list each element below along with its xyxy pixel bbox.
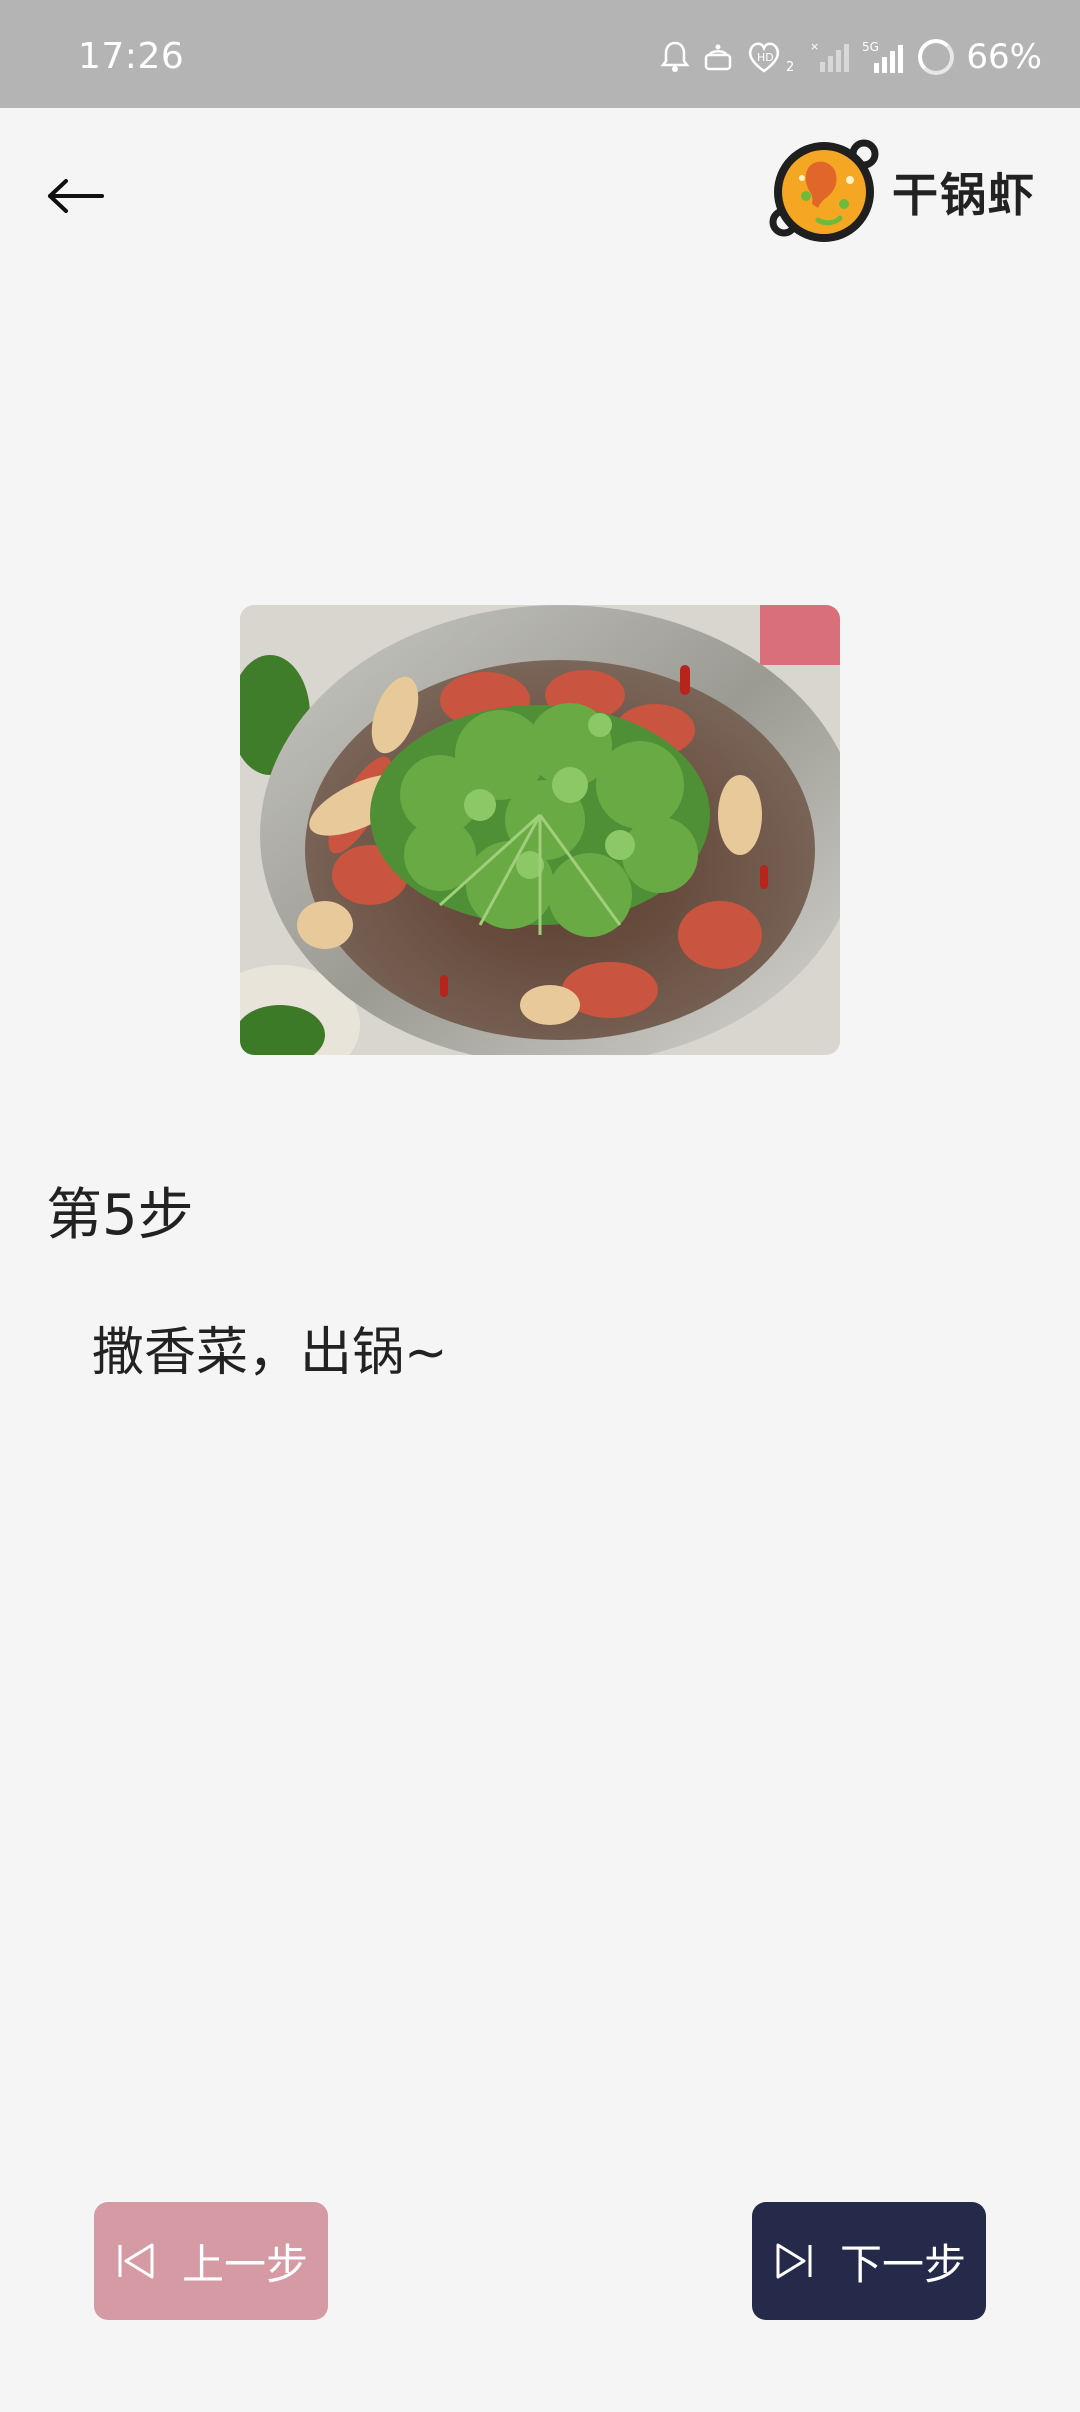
status-icons: HD 2 × 5G 66%	[660, 34, 1042, 80]
hd-heart-icon: HD 2	[746, 39, 798, 75]
battery-percent: 66%	[966, 37, 1042, 77]
prev-step-label: 上一步	[181, 2239, 308, 2289]
5g-signal-icon: 5G	[862, 39, 906, 75]
back-button[interactable]	[36, 158, 116, 238]
step-photo	[240, 605, 840, 1055]
cake-icon	[702, 41, 734, 73]
arrow-left-icon	[46, 176, 106, 220]
prev-step-button[interactable]: 上一步	[94, 2202, 328, 2320]
next-step-label: 下一步	[839, 2239, 966, 2289]
next-step-button[interactable]: 下一步	[752, 2202, 986, 2320]
svg-text:×: ×	[810, 40, 819, 53]
recipe-title: 干锅虾	[892, 168, 1036, 222]
status-time: 17:26	[78, 36, 185, 77]
brand: 干锅虾	[766, 136, 1036, 248]
skip-next-icon	[772, 2239, 816, 2283]
step-title: 第5步	[46, 1183, 194, 1248]
svg-text:HD: HD	[757, 51, 774, 64]
battery-ring-icon	[918, 39, 955, 75]
status-bar: 17:26 HD 2 × 5G 66%	[0, 0, 1080, 108]
notification-bell-icon	[660, 40, 690, 74]
top-navigation: 干锅虾	[0, 108, 1080, 278]
signal-icon: ×	[810, 40, 850, 74]
skip-previous-icon	[114, 2239, 158, 2283]
svg-text:2: 2	[786, 60, 794, 75]
paella-pan-logo	[766, 134, 882, 250]
svg-text:5G: 5G	[862, 40, 879, 54]
step-description: 撒香菜，出锅~	[92, 1323, 448, 1383]
